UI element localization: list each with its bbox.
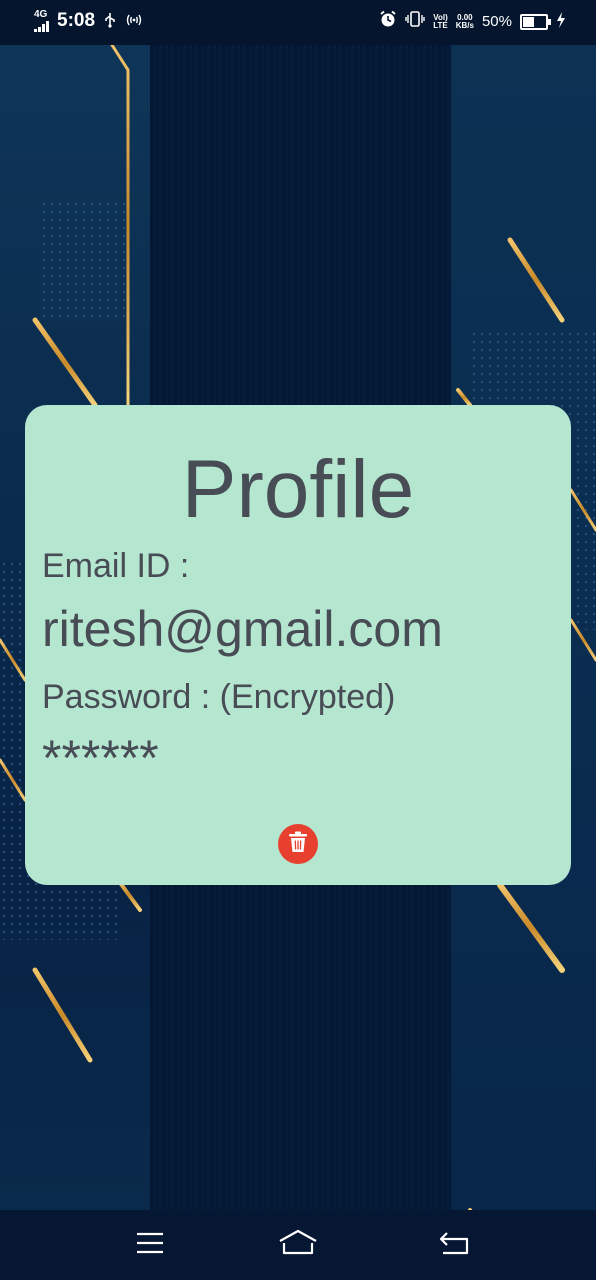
alarm-icon xyxy=(379,10,397,33)
volte-bottom-label: LTE xyxy=(433,20,448,30)
back-icon xyxy=(439,1231,469,1260)
network-type-label: 4G xyxy=(34,9,48,20)
password-value: ****** xyxy=(42,730,159,786)
email-label: Email ID : xyxy=(42,547,190,585)
vibrate-icon xyxy=(405,11,425,32)
battery-icon xyxy=(520,13,551,30)
status-bar: 4G 5:08 Vol) LTE 0.00 KB/s 50% xyxy=(0,0,596,45)
battery-percent: 50% xyxy=(481,13,512,30)
status-right-group: Vol) LTE 0.00 KB/s 50% xyxy=(379,10,566,33)
screen: 4G 5:08 Vol) LTE 0.00 KB/s 50% Profile E… xyxy=(0,0,596,1280)
menu-icon xyxy=(136,1232,164,1259)
profile-title: Profile xyxy=(181,444,415,535)
menu-button[interactable] xyxy=(130,1228,170,1262)
back-button[interactable] xyxy=(434,1228,474,1262)
password-label: Password : (Encrypted) xyxy=(42,678,396,716)
home-icon xyxy=(278,1229,318,1262)
hotspot-icon xyxy=(125,12,143,31)
profile-card: Profile Email ID : ritesh@gmail.com Pass… xyxy=(25,405,571,885)
volte-indicator: Vol) LTE xyxy=(433,13,448,30)
signal-icon xyxy=(34,20,49,32)
status-left-group: 4G 5:08 xyxy=(34,10,143,32)
email-value: ritesh@gmail.com xyxy=(42,601,443,657)
clock-time: 5:08 xyxy=(57,10,96,31)
delete-button[interactable] xyxy=(278,824,318,864)
trash-icon xyxy=(288,831,308,858)
usb-icon xyxy=(103,12,117,31)
network-speed-unit: KB/s xyxy=(455,20,474,30)
charging-icon xyxy=(556,11,566,32)
navigation-bar xyxy=(0,1210,596,1280)
network-indicator: 4G xyxy=(34,10,49,32)
home-button[interactable] xyxy=(278,1228,318,1262)
network-speed: 0.00 KB/s xyxy=(455,13,474,30)
